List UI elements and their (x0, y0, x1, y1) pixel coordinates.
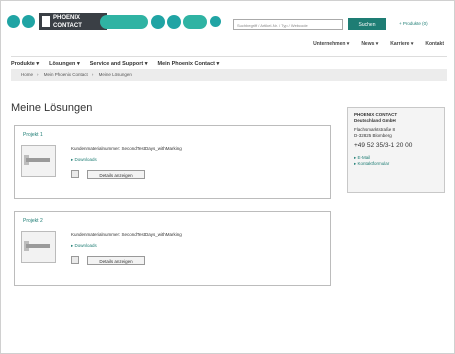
search-input[interactable]: Suchbegriff / Artikel-Nr. / Typ / Webcod… (233, 19, 343, 30)
top-nav-unternehmen[interactable]: Unternehmen ▾ (313, 41, 349, 47)
decor-dot (151, 15, 165, 29)
downloads-link[interactable]: ▸ Downloads (71, 157, 97, 163)
main-nav: Produkte ▾ Lösungen ▾ Service and Suppor… (11, 56, 447, 67)
project-card: Projekt 2 Kundenmaterialnummer: SecondTe… (14, 211, 331, 286)
breadcrumb: Home › Mein Phoenix Contact › Meine Lösung… (11, 69, 447, 81)
breadcrumb-current: Meine Lösungen (98, 72, 132, 77)
main-nav-service[interactable]: Service and Support ▾ (90, 61, 148, 67)
page-title: Meine Lösungen (11, 102, 93, 114)
chevron-right-icon: › (91, 72, 94, 77)
details-button[interactable]: Details anzeigen (87, 256, 145, 265)
breadcrumb-home[interactable]: Home (21, 72, 33, 77)
contact-form-link[interactable]: ▸ Kontaktformular (354, 161, 438, 167)
top-nav-news[interactable]: News ▾ (361, 41, 378, 47)
document-icon[interactable] (71, 170, 79, 178)
material-number: Kundenmaterialnummer: SecondTestDays_wit… (71, 146, 182, 151)
project-card: Projekt 1 Kundenmaterialnummer: SecondTe… (14, 125, 331, 199)
logo-wordmark: PHOENIX CONTACT (39, 13, 107, 30)
decor-dot (167, 15, 181, 29)
top-nav-karriere[interactable]: Karriere ▾ (390, 41, 413, 47)
contact-box: PHOENIX CONTACT Deutschland GmbH Flachsm… (347, 107, 445, 193)
decor-pill (100, 15, 148, 29)
logo-line-1: PHOENIX (53, 14, 81, 21)
breadcrumb-mein-phoenix[interactable]: Mein Phoenix Contact (44, 72, 88, 77)
product-thumbnail (21, 231, 56, 263)
product-thumbnail (21, 145, 56, 177)
main-nav-loesungen[interactable]: Lösungen ▾ (49, 61, 80, 67)
top-nav: Unternehmen ▾ News ▾ Karriere ▾ Kontakt (313, 41, 444, 47)
project-link[interactable]: Projekt 1 (23, 132, 43, 138)
browser-page: PHOENIX CONTACT Suchbegriff / Artikel-Nr… (0, 0, 455, 354)
search-button[interactable]: Suchen (348, 18, 386, 30)
chevron-right-icon: › (37, 72, 39, 77)
project-link[interactable]: Projekt 2 (23, 218, 43, 224)
details-button[interactable]: Details anzeigen (87, 170, 145, 179)
top-nav-kontakt[interactable]: Kontakt (425, 41, 444, 47)
main-nav-produkte[interactable]: Produkte ▾ (11, 61, 39, 67)
main-nav-mein-phoenix[interactable]: Mein Phoenix Contact ▾ (158, 61, 220, 67)
material-number: Kundenmaterialnummer: SecondTestDays_wit… (71, 232, 182, 237)
company-name-2: Deutschland GmbH (354, 118, 396, 123)
logo-dot (7, 15, 20, 28)
logo-dot (22, 15, 35, 28)
compare-products-link[interactable]: + Produkte (0) (399, 21, 428, 26)
logo-line-2: CONTACT (53, 22, 82, 29)
document-icon[interactable] (71, 256, 79, 264)
phoenix-contact-logo[interactable]: PHOENIX CONTACT (7, 13, 107, 30)
phone-number: +49 52 35/3-1 20 00 (354, 142, 413, 149)
downloads-link[interactable]: ▸ Downloads (71, 243, 97, 249)
decor-dot (210, 16, 221, 27)
address: Flachsmarktstraße 8 D-32825 Blomberg (354, 127, 396, 138)
decor-pill (183, 15, 207, 29)
